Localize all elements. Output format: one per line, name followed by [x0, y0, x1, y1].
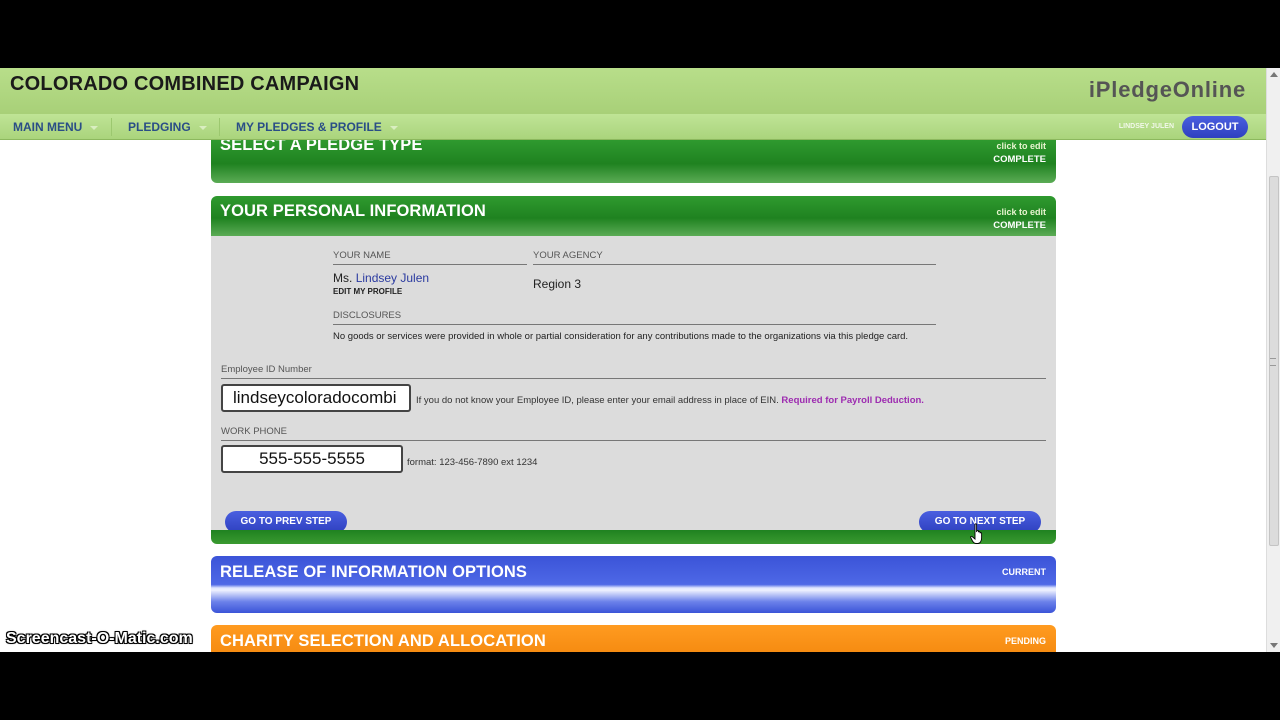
nav-pledging-label: PLEDGING: [128, 120, 191, 134]
chevron-down-icon: [389, 125, 398, 130]
nav-pledging[interactable]: PLEDGING: [128, 120, 207, 134]
logout-button[interactable]: LOGOUT: [1182, 116, 1248, 138]
divider: [533, 264, 936, 265]
personal-info-panel-header[interactable]: YOUR PERSONAL INFORMATION click to edit …: [211, 196, 1056, 236]
employee-id-help: If you do not know your Employee ID, ple…: [416, 395, 924, 406]
logged-in-user: LINDSEY JULEN: [1118, 123, 1174, 130]
work-phone-label: WORK PHONE: [221, 426, 287, 437]
personal-info-title: YOUR PERSONAL INFORMATION: [220, 202, 486, 220]
ipledge-logo: iPledgeOnline: [1088, 77, 1246, 102]
nav-main-menu-label: MAIN MENU: [13, 120, 83, 134]
select-pledge-type-panel[interactable]: SELECT A PLEDGE TYPE click to edit COMPL…: [211, 136, 1056, 183]
browser-viewport: SELECT A PLEDGE TYPE click to edit COMPL…: [0, 68, 1280, 652]
personal-info-footer: [211, 530, 1056, 544]
charity-selection-title: CHARITY SELECTION AND ALLOCATION: [220, 632, 546, 650]
required-note: Required for Payroll Deduction.: [781, 395, 924, 406]
employee-id-label: Employee ID Number: [221, 364, 312, 375]
disclosures-text: No goods or services were provided in wh…: [333, 331, 909, 342]
nav-divider: [219, 118, 220, 136]
screencast-watermark: Screencast-O-Matic.com: [6, 630, 193, 647]
scroll-down-icon[interactable]: [1270, 643, 1278, 648]
charity-selection-panel[interactable]: CHARITY SELECTION AND ALLOCATION PENDING: [211, 625, 1056, 652]
name-prefix: Ms.: [333, 271, 353, 285]
scroll-up-icon[interactable]: [1270, 72, 1278, 77]
user-name-link[interactable]: Lindsey Julen: [356, 271, 429, 285]
status-current: CURRENT: [1002, 567, 1046, 577]
nav-my-pledges-profile[interactable]: MY PLEDGES & PROFILE: [236, 120, 398, 134]
divider: [221, 440, 1046, 441]
chevron-down-icon: [198, 125, 207, 130]
status-pending: PENDING: [1004, 636, 1046, 646]
employee-id-help-text: If you do not know your Employee ID, ple…: [416, 395, 779, 406]
hand-cursor-icon: [970, 523, 983, 544]
your-agency-label: YOUR AGENCY: [533, 250, 603, 261]
status-complete: COMPLETE: [993, 154, 1046, 165]
release-info-panel[interactable]: RELEASE OF INFORMATION OPTIONS CURRENT: [211, 556, 1056, 613]
vertical-scrollbar[interactable]: [1266, 68, 1280, 652]
divider: [333, 324, 936, 325]
nav-my-pledges-label: MY PLEDGES & PROFILE: [236, 120, 382, 134]
your-name-label: YOUR NAME: [333, 250, 391, 261]
click-to-edit-link[interactable]: click to edit: [993, 206, 1046, 219]
release-info-title: RELEASE OF INFORMATION OPTIONS: [220, 563, 528, 581]
select-pledge-type-status[interactable]: click to edit COMPLETE: [993, 140, 1046, 166]
edit-profile-link[interactable]: EDIT MY PROFILE: [333, 287, 402, 296]
disclosures-label: DISCLOSURES: [333, 310, 402, 321]
personal-info-status[interactable]: click to edit COMPLETE: [993, 206, 1046, 232]
agency-value: Region 3: [533, 277, 582, 291]
status-complete: COMPLETE: [993, 220, 1046, 231]
employee-id-input[interactable]: lindseycoloradocombi: [221, 384, 411, 412]
work-phone-help: format: 123-456-7890 ext 1234: [407, 457, 538, 468]
nav-divider: [111, 118, 112, 136]
personal-info-body: YOUR NAME Ms. Lindsey Julen EDIT MY PROF…: [211, 236, 1056, 533]
click-to-edit-link[interactable]: click to edit: [993, 140, 1046, 153]
name-value: Ms. Lindsey Julen: [333, 271, 429, 285]
chevron-down-icon: [90, 125, 99, 130]
main-nav: MAIN MENU PLEDGING MY PLEDGES & PROFILE …: [0, 114, 1266, 140]
nav-main-menu[interactable]: MAIN MENU: [13, 120, 99, 134]
work-phone-input[interactable]: 555-555-5555: [221, 445, 403, 473]
divider: [333, 264, 527, 265]
scroll-grip-icon: [1270, 358, 1276, 366]
divider: [221, 378, 1046, 379]
site-title: COLORADO COMBINED CAMPAIGN: [10, 73, 360, 95]
site-banner: COLORADO COMBINED CAMPAIGN iPledgeOnline: [0, 68, 1266, 114]
